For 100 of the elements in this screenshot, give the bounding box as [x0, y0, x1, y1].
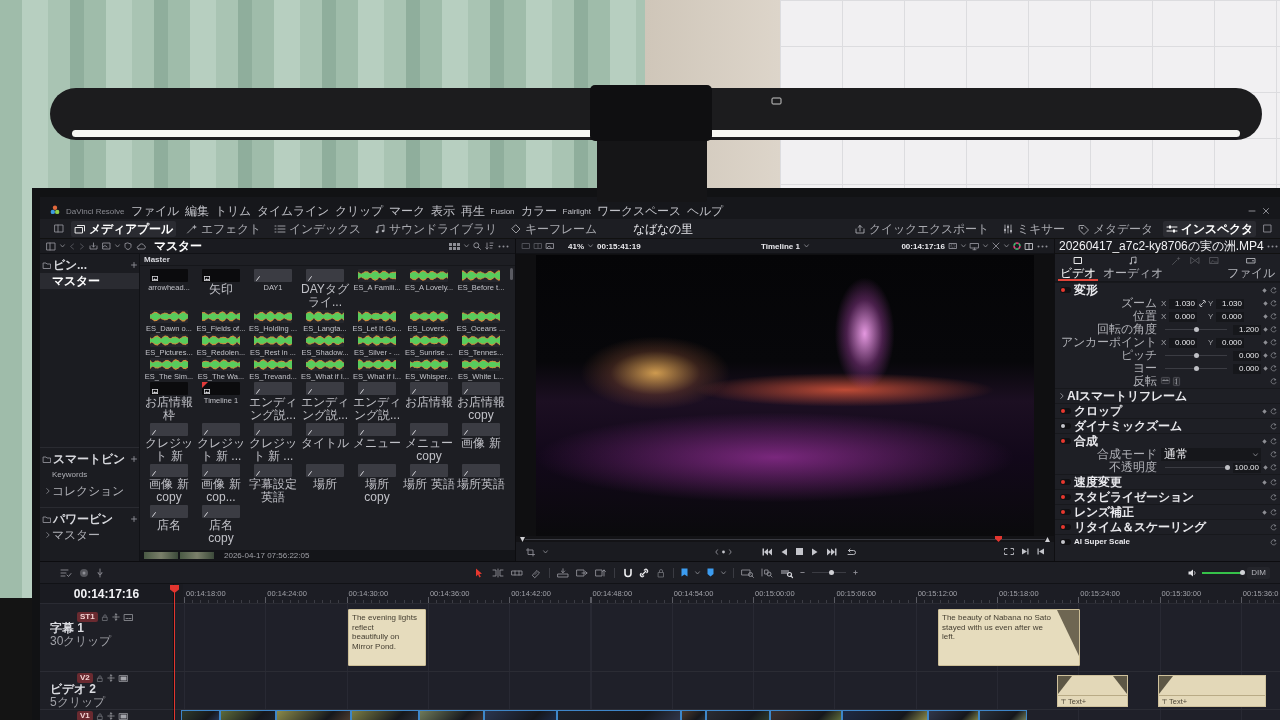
waveform-icon[interactable] — [462, 358, 500, 371]
chain-link-icon[interactable] — [638, 567, 649, 578]
bin-item[interactable]: Keywords — [40, 467, 139, 483]
timeline-name[interactable]: Timeline 1 — [761, 241, 800, 251]
clip-thumbnail[interactable] — [150, 505, 188, 518]
enable-toggle[interactable] — [1060, 438, 1071, 444]
waveform-icon[interactable] — [202, 334, 240, 347]
clip-thumbnail[interactable] — [306, 423, 344, 436]
color-wheel-icon[interactable] — [1013, 242, 1021, 250]
bin-item[interactable]: コレクション — [40, 483, 139, 499]
thumbnail-view-icon[interactable] — [102, 242, 111, 250]
value-field[interactable]: 0.000 — [1169, 311, 1197, 322]
video-clip[interactable] — [220, 710, 276, 720]
circle-dot-icon[interactable] — [79, 567, 89, 578]
value-field[interactable]: 0.000 — [1233, 350, 1261, 361]
clip-thumbnail[interactable] — [254, 382, 292, 395]
lock-icon[interactable] — [96, 674, 103, 682]
fade-overlay[interactable] — [1057, 610, 1079, 656]
video-clip[interactable] — [351, 710, 419, 720]
toolbar-button[interactable]: ミキサー — [999, 220, 1068, 237]
waveform-icon[interactable] — [306, 358, 344, 371]
skip-forward-icon[interactable] — [826, 547, 837, 556]
more-icon[interactable] — [498, 244, 509, 248]
slider-thumb[interactable] — [1193, 327, 1199, 332]
overwrite-icon[interactable] — [575, 567, 588, 578]
clip-thumbnail[interactable] — [202, 423, 240, 436]
keyframe-icon[interactable] — [1262, 509, 1267, 515]
waveform-icon[interactable] — [254, 310, 292, 323]
razor-blade-icon[interactable] — [529, 567, 542, 578]
zoom-out-icon[interactable] — [799, 571, 805, 574]
waveform-icon[interactable] — [150, 334, 188, 347]
fade-overlay[interactable] — [1113, 676, 1127, 694]
import-icon[interactable] — [89, 242, 98, 250]
section-title[interactable]: クロップ — [1074, 404, 1259, 418]
flip-vertical-icon[interactable] — [1173, 377, 1180, 386]
expand-icon[interactable] — [1263, 224, 1272, 233]
section-title[interactable]: 速度変更 — [1074, 475, 1259, 489]
section-title[interactable]: レンズ補正 — [1074, 505, 1259, 519]
scrollbar-thumb[interactable] — [510, 268, 513, 280]
value-field[interactable]: 1.200 — [1233, 324, 1261, 335]
lock-icon[interactable] — [101, 613, 108, 621]
keyframe-icon[interactable] — [1262, 438, 1267, 444]
keyframe-icon[interactable] — [1262, 479, 1267, 485]
menu-item[interactable]: ワークスペース — [597, 205, 681, 218]
toolbar-button[interactable]: インデックス — [271, 220, 364, 237]
insert-icon[interactable] — [556, 567, 569, 578]
zoom-fit-icon[interactable] — [740, 567, 754, 578]
slider-thumb[interactable] — [1224, 465, 1230, 470]
zoom-slider-thumb[interactable] — [829, 570, 835, 575]
waveform-icon[interactable] — [358, 310, 396, 323]
waveform-icon[interactable] — [462, 310, 500, 323]
waveform-icon[interactable] — [462, 334, 500, 347]
chevron-down-icon[interactable] — [961, 244, 966, 248]
clip-thumbnail[interactable] — [306, 269, 344, 282]
menu-item[interactable]: Fairlight — [562, 205, 591, 218]
trim-icon[interactable] — [491, 567, 504, 578]
slider-thumb[interactable] — [1193, 366, 1199, 371]
enable-toggle[interactable] — [1060, 509, 1071, 515]
shield-icon[interactable] — [124, 242, 132, 250]
zoom-detail-icon[interactable] — [760, 567, 773, 578]
bin-item[interactable]: マスター — [40, 273, 139, 289]
caption-icon[interactable] — [123, 613, 133, 621]
move-arrows-icon[interactable] — [111, 613, 120, 621]
waveform-icon[interactable] — [150, 310, 188, 323]
chevron-down-icon[interactable] — [115, 244, 120, 248]
more-icon[interactable] — [1037, 244, 1048, 248]
waveform-icon[interactable] — [306, 310, 344, 323]
clip-thumbnail[interactable] — [462, 464, 500, 477]
subtitle-clip[interactable]: The beauty of Nabana no Sato stayed with us even after we left. — [938, 609, 1080, 666]
track-selector-button[interactable]: ST1 — [77, 612, 98, 622]
keyframe-icon[interactable] — [1262, 287, 1267, 293]
grid-view-icon[interactable] — [449, 242, 460, 250]
waveform-icon[interactable] — [254, 358, 292, 371]
chevron-down-icon[interactable] — [804, 244, 809, 248]
safe-area-icon[interactable] — [949, 243, 957, 249]
value-field[interactable]: 100.00 — [1233, 462, 1261, 473]
cloud-icon[interactable] — [136, 242, 146, 250]
lock-icon[interactable] — [96, 712, 103, 720]
plus-icon[interactable] — [131, 516, 137, 522]
waveform-icon[interactable] — [410, 358, 448, 371]
clip-thumbnail[interactable] — [306, 382, 344, 395]
chevron-right-icon[interactable] — [46, 532, 50, 538]
dim-button[interactable]: DIM — [1247, 566, 1270, 579]
clip-thumbnail[interactable] — [462, 382, 500, 395]
toolbar-button[interactable]: クイックエクスポート — [851, 220, 992, 237]
enable-toggle[interactable] — [1060, 479, 1071, 485]
inspector-tab[interactable]: ビデオ — [1058, 256, 1098, 281]
speaker-icon[interactable] — [1188, 568, 1198, 577]
chevron-right-icon[interactable] — [1060, 393, 1064, 399]
checklist-icon[interactable] — [60, 567, 72, 578]
flip-horizontal-icon[interactable] — [1161, 377, 1170, 384]
clip-thumbnail[interactable] — [202, 505, 240, 518]
slider-track[interactable] — [1165, 465, 1227, 470]
playhead[interactable] — [169, 584, 179, 720]
clip-thumbnail[interactable] — [254, 269, 292, 282]
clip-thumbnail[interactable] — [150, 269, 188, 282]
waveform-icon[interactable] — [358, 269, 396, 282]
menu-item[interactable]: Fusion — [490, 205, 515, 218]
menu-item[interactable]: タイムライン — [256, 205, 329, 218]
fade-overlay[interactable] — [1058, 676, 1072, 694]
